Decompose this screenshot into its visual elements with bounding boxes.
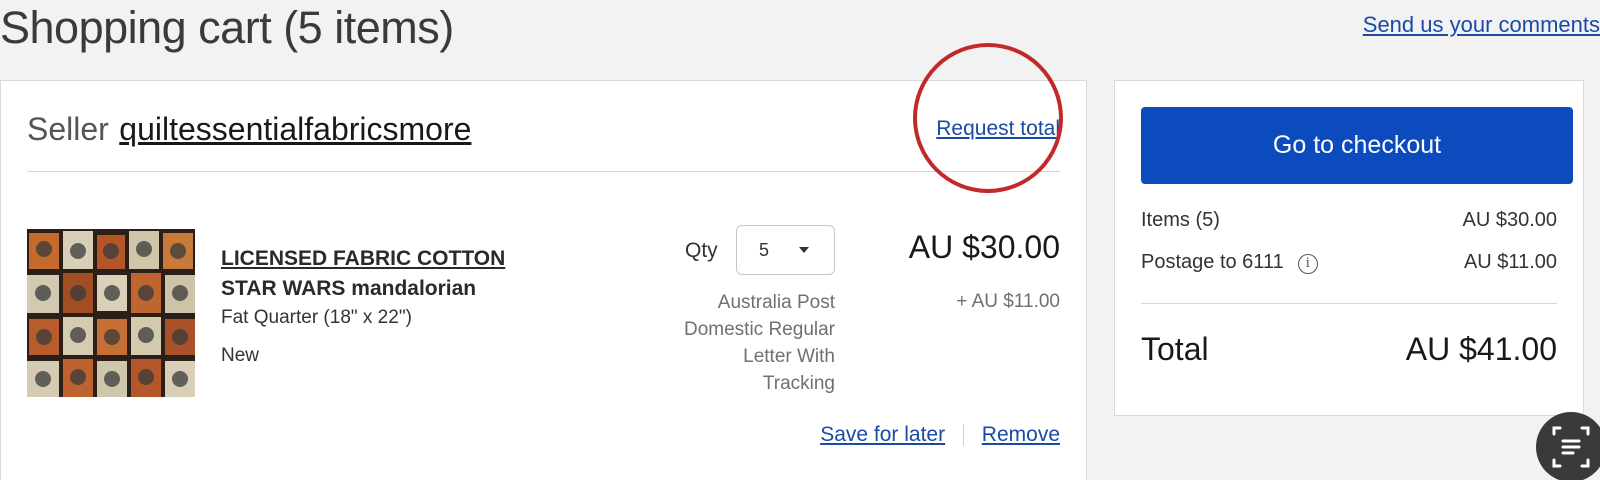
shipping-line: Tracking [762,373,835,394]
shopping-cart-page: Shopping cart (5 items) Send us your com… [0,0,1600,480]
postage-label-wrap: Postage to 6111 i [1141,251,1318,274]
item-subtitle: STAR WARS mandalorian [221,277,477,300]
item-postage: + AU $11.00 [956,291,1060,312]
qty-value: 5 [759,240,770,260]
item-title-link[interactable]: LICENSED FABRIC COTTON [221,247,505,271]
item-variant: Fat Quarter (18" x 22") [221,307,412,328]
scan-text-button[interactable] [1536,412,1600,480]
seller-name-link[interactable]: quiltessentialfabricsmore [119,111,471,147]
shipping-line: Australia Post [717,292,835,313]
page-title: Shopping cart (5 items) [0,2,454,53]
items-label: Items (5) [1141,209,1220,231]
qty-dropdown[interactable]: 5 [736,225,835,275]
summary-divider [1141,303,1557,304]
seller-label: Seller [27,111,109,147]
chevron-down-icon [799,247,809,253]
shipping-line: Letter With [743,346,835,367]
item-condition: New [221,345,260,366]
shipping-method: Australia Post Domestic Regular Letter W… [641,289,835,397]
total-label: Total [1141,331,1209,367]
shipping-line: Domestic Regular [684,319,835,340]
item-thumbnail[interactable] [27,229,195,397]
go-to-checkout-button[interactable]: Go to checkout [1141,107,1573,184]
postage-label: Postage to 6111 [1141,251,1284,273]
scan-text-icon [1552,426,1590,468]
summary-postage-row: Postage to 6111 i AU $11.00 [1141,251,1557,281]
order-summary-panel: Go to checkout Items (5) AU $30.00 Posta… [1114,80,1584,416]
cart-panel: Seller quiltessentialfabricsmore Request… [0,43,1087,480]
remove-link[interactable]: Remove [982,423,1060,446]
send-comments-link[interactable]: Send us your comments [1363,12,1600,38]
action-divider [962,424,964,447]
postage-value: AU $11.00 [1463,251,1557,273]
summary-items-row: Items (5) AU $30.00 [1141,209,1557,239]
item-actions: Save for later Remove [820,423,1060,447]
items-value: AU $30.00 [1462,209,1557,231]
fabric-pattern-image [27,229,195,397]
total-value: AU $41.00 [1405,331,1557,367]
seller-header: Seller quiltessentialfabricsmore Request… [27,111,1060,172]
item-price: AU $30.00 [908,229,1060,265]
info-icon[interactable]: i [1297,254,1318,274]
save-for-later-link[interactable]: Save for later [820,423,945,446]
qty-label: Qty [685,239,718,262]
request-total-link[interactable]: Request total [936,117,1060,141]
